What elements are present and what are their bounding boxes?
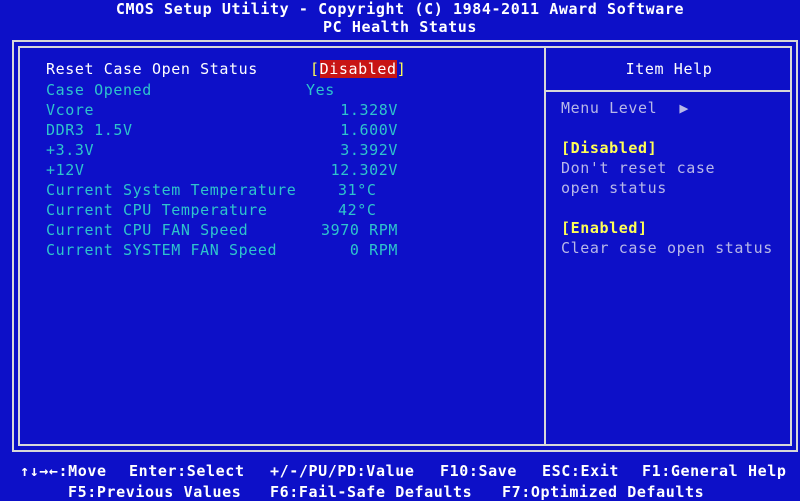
selected-value[interactable]: Disabled (319, 60, 397, 78)
key-hint-value: +/-/PU/PD:Value (270, 462, 415, 480)
menu-level-arrow-icon: ▶ (679, 99, 689, 117)
help-disabled-desc-line1: Don't reset case (561, 159, 716, 177)
help-disabled-heading: [Disabled] (561, 139, 658, 157)
bracket-open: [ (310, 60, 320, 78)
key-hint-move: ↑↓→←:Move (20, 462, 107, 480)
setting-value: Yes (306, 81, 335, 99)
setting-value: 3.392V (340, 141, 398, 159)
setting-label: Current System Temperature (46, 181, 297, 199)
bracket-close: ] (396, 60, 407, 78)
help-title-divider (546, 90, 792, 92)
help-enabled-heading: [Enabled] (561, 219, 648, 237)
key-hint-exit: ESC:Exit (542, 462, 620, 480)
setting-label: Vcore (46, 101, 95, 119)
app-title: CMOS Setup Utility - Copyright (C) 1984-… (115, 0, 685, 18)
setting-label: +3.3V (46, 141, 95, 159)
help-enabled-desc-line1: Clear case open status (561, 239, 773, 257)
help-panel-title: Item Help (625, 60, 713, 78)
setting-value: 1.600V (340, 121, 398, 139)
key-hint-general-help: F1:General Help (642, 462, 787, 480)
setting-label: DDR3 1.5V (46, 121, 133, 139)
setting-value: 12.302V (330, 161, 398, 179)
setting-label: Current CPU FAN Speed (46, 221, 249, 239)
menu-level-label: Menu Level (561, 99, 658, 117)
key-hint-save: F10:Save (440, 462, 518, 480)
setting-label: Reset Case Open Status (46, 60, 258, 78)
help-disabled-desc-line2: open status (561, 179, 667, 197)
key-hint-previous-values: F5:Previous Values (68, 483, 242, 501)
setting-value: 42°C (338, 201, 377, 219)
setting-value: 0 RPM (349, 241, 398, 259)
setting-label: +12V (46, 161, 85, 179)
setting-value: 1.328V (340, 101, 398, 119)
reset-case-open-status-select[interactable]: [Disabled] (310, 59, 406, 79)
setting-value: 31°C (338, 181, 377, 199)
setting-label: Current SYSTEM FAN Speed (46, 241, 278, 259)
panel-divider (544, 46, 546, 446)
key-hint-optimized-defaults: F7:Optimized Defaults (502, 483, 705, 501)
setting-value: 3970 RPM (320, 221, 398, 239)
page-title: PC Health Status (322, 18, 478, 36)
key-hint-fail-safe-defaults: F6:Fail-Safe Defaults (270, 483, 473, 501)
menu-level: Menu Level ▶ (561, 98, 689, 118)
key-hint-select: Enter:Select (129, 462, 245, 480)
setting-label: Case Opened (46, 81, 152, 99)
setting-label: Current CPU Temperature (46, 201, 268, 219)
